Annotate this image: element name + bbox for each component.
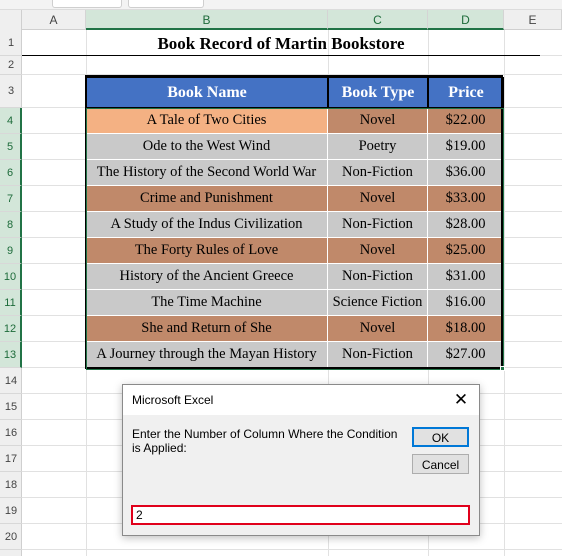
sheet-title[interactable]: Book Record of Martin Bookstore xyxy=(22,31,540,56)
cell-price[interactable]: $19.00 xyxy=(428,134,504,160)
cell-price[interactable]: $16.00 xyxy=(428,290,504,316)
cell-book-name[interactable]: A Journey through the Mayan History xyxy=(86,342,328,368)
cell-book-name[interactable]: History of the Ancient Greece xyxy=(86,264,328,290)
cell-price[interactable]: $33.00 xyxy=(428,186,504,212)
dialog-prompt: Enter the Number of Column Where the Con… xyxy=(132,427,398,455)
row-header-5[interactable]: 5 xyxy=(0,134,22,160)
row-header-1[interactable]: 1 xyxy=(0,30,22,56)
cell-book-name[interactable]: A Study of the Indus Civilization xyxy=(86,212,328,238)
column-header-b[interactable]: B xyxy=(86,10,328,30)
row-header-3[interactable]: 3 xyxy=(0,75,22,108)
ribbon-strip xyxy=(0,0,562,10)
sheet-tab[interactable] xyxy=(52,0,122,8)
cell-book-name[interactable]: The Forty Rules of Love xyxy=(86,238,328,264)
gridline xyxy=(504,30,505,556)
cell-book-type[interactable]: Non-Fiction xyxy=(328,160,428,186)
column-header-c[interactable]: C xyxy=(328,10,428,30)
row-header-12[interactable]: 12 xyxy=(0,316,22,342)
gridline xyxy=(22,74,562,75)
header-book-name[interactable]: Book Name xyxy=(86,77,328,108)
row-header-7[interactable]: 7 xyxy=(0,186,22,212)
cell-book-name[interactable]: The Time Machine xyxy=(86,290,328,316)
row-header-19[interactable]: 19 xyxy=(0,498,22,524)
cell-book-type[interactable]: Novel xyxy=(328,108,428,134)
select-all-corner[interactable] xyxy=(0,10,22,30)
cell-book-type[interactable]: Novel xyxy=(328,316,428,342)
cell-price[interactable]: $28.00 xyxy=(428,212,504,238)
row-header-8[interactable]: 8 xyxy=(0,212,22,238)
row-header-13[interactable]: 13 xyxy=(0,342,22,368)
input-box-dialog: Microsoft Excel ✕ Enter the Number of Co… xyxy=(122,384,480,536)
cell-book-type[interactable]: Novel xyxy=(328,186,428,212)
row-header-2[interactable]: 2 xyxy=(0,56,22,75)
gridline xyxy=(22,549,562,550)
cell-book-type[interactable]: Poetry xyxy=(328,134,428,160)
header-price[interactable]: Price xyxy=(428,77,504,108)
cell-book-type[interactable]: Novel xyxy=(328,238,428,264)
cell-price[interactable]: $18.00 xyxy=(428,316,504,342)
row-header-10[interactable]: 10 xyxy=(0,264,22,290)
cell-book-name[interactable]: A Tale of Two Cities xyxy=(86,108,328,134)
row-header-20[interactable]: 20 xyxy=(0,524,22,550)
cell-book-type[interactable]: Non-Fiction xyxy=(328,264,428,290)
row-header-16[interactable]: 16 xyxy=(0,420,22,446)
column-header-d[interactable]: D xyxy=(428,10,504,30)
cell-book-name[interactable]: Ode to the West Wind xyxy=(86,134,328,160)
cell-price[interactable]: $31.00 xyxy=(428,264,504,290)
fill-handle[interactable] xyxy=(500,366,505,371)
row-header-4[interactable]: 4 xyxy=(0,108,22,134)
cell-book-name[interactable]: She and Return of She xyxy=(86,316,328,342)
header-book-type[interactable]: Book Type xyxy=(328,77,428,108)
dialog-title: Microsoft Excel xyxy=(132,393,214,407)
cell-book-name[interactable]: The History of the Second World War xyxy=(86,160,328,186)
cell-price[interactable]: $22.00 xyxy=(428,108,504,134)
cell-price[interactable]: $25.00 xyxy=(428,238,504,264)
column-header-e[interactable]: E xyxy=(504,10,562,30)
cell-price[interactable]: $36.00 xyxy=(428,160,504,186)
row-header-14[interactable]: 14 xyxy=(0,368,22,394)
dialog-title-bar[interactable]: Microsoft Excel ✕ xyxy=(123,385,479,415)
close-icon[interactable]: ✕ xyxy=(449,388,473,412)
ok-button[interactable]: OK xyxy=(412,427,469,447)
row-header-15[interactable]: 15 xyxy=(0,394,22,420)
row-header-11[interactable]: 11 xyxy=(0,290,22,316)
row-header-9[interactable]: 9 xyxy=(0,238,22,264)
cell-book-type[interactable]: Non-Fiction xyxy=(328,342,428,368)
row-header-17[interactable]: 17 xyxy=(0,446,22,472)
cell-book-name[interactable]: Crime and Punishment xyxy=(86,186,328,212)
cell-price[interactable]: $27.00 xyxy=(428,342,504,368)
cell-book-type[interactable]: Science Fiction xyxy=(328,290,428,316)
sheet-tab[interactable] xyxy=(128,0,204,8)
column-header-a[interactable]: A xyxy=(22,10,86,30)
row-header-18[interactable]: 18 xyxy=(0,472,22,498)
cell-book-type[interactable]: Non-Fiction xyxy=(328,212,428,238)
row-header-6[interactable]: 6 xyxy=(0,160,22,186)
cancel-button[interactable]: Cancel xyxy=(412,454,469,474)
column-number-input[interactable]: 2 xyxy=(131,505,470,525)
